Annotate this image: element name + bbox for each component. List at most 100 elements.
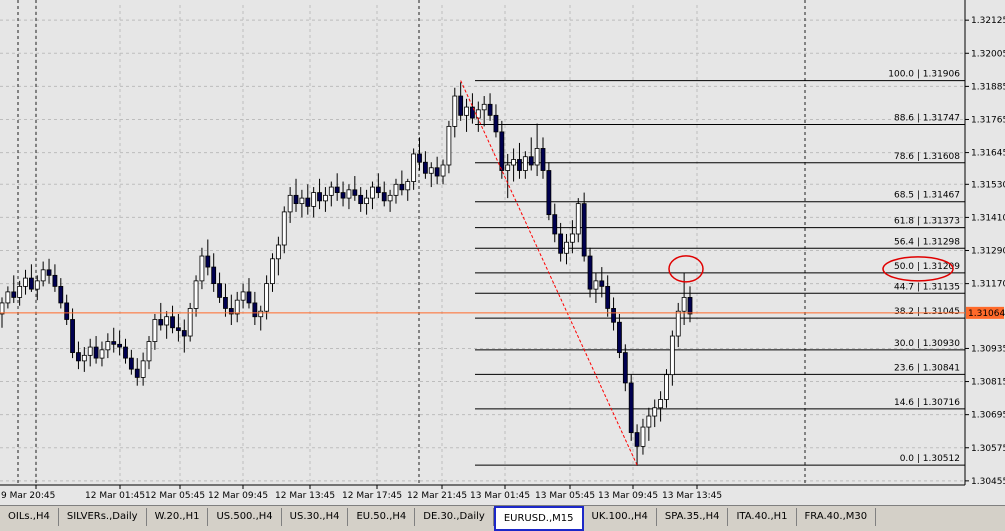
candle-body <box>581 203 587 257</box>
candle-body <box>234 299 240 315</box>
candle-body <box>193 280 199 309</box>
candle-body <box>569 233 575 243</box>
tab-spa-35-h4[interactable]: SPA.35.,H4 <box>657 508 729 526</box>
candle-body <box>669 335 675 376</box>
candle-body <box>146 341 152 362</box>
candle-body <box>540 148 546 171</box>
candle-body <box>217 283 222 298</box>
candle-body <box>52 274 58 287</box>
candle-body <box>105 341 111 351</box>
candle <box>628 374 634 441</box>
candle-body <box>522 156 528 171</box>
fib-level-label: 56.4 | 1.31298 <box>894 237 960 247</box>
candle-body <box>23 277 28 287</box>
candle-body <box>593 280 599 290</box>
candle-body <box>317 192 322 202</box>
price-axis-label: 1.31885 <box>971 82 1005 92</box>
time-axis-label: 9 Mar 20:45 <box>1 491 55 501</box>
fib-level-label: 78.6 | 1.31608 <box>894 152 960 162</box>
candle-body <box>17 285 23 298</box>
candle-body <box>199 255 205 282</box>
candle-body <box>311 192 317 207</box>
time-axis-label: 13 Mar 01:45 <box>470 491 530 501</box>
candle-body <box>29 277 34 290</box>
candle-body <box>81 354 87 362</box>
tab-us-30-h4[interactable]: US.30.,H4 <box>282 508 349 526</box>
candle-body <box>393 183 399 196</box>
candle-body <box>617 321 622 353</box>
candle-body <box>422 161 428 174</box>
tab-fra-40-m30[interactable]: FRA.40.,M30 <box>797 508 877 526</box>
candle-body <box>140 360 146 378</box>
candle-body <box>587 255 593 290</box>
candle-body <box>264 283 270 312</box>
tab-silvers-daily[interactable]: SILVERs.,Daily <box>59 508 147 526</box>
candle-body <box>375 186 381 193</box>
candle-body <box>223 297 228 309</box>
candle-body <box>87 346 93 356</box>
symbol-tab-bar: OILs.,H4 SILVERs.,Daily W.20.,H1 US.500.,H4… <box>0 505 1005 531</box>
candle-body <box>205 255 211 268</box>
candle-body <box>434 167 440 177</box>
candle-body <box>493 114 499 133</box>
candle-body <box>181 330 187 337</box>
time-axis-label: 13 Mar 13:45 <box>662 491 722 501</box>
tab-uk-100-h4[interactable]: UK.100.,H4 <box>584 508 657 526</box>
fib-level-label: 14.6 | 1.30716 <box>894 398 960 408</box>
tab-oils-h4[interactable]: OILs.,H4 <box>0 508 59 526</box>
candle-body <box>652 407 658 417</box>
candle-body <box>622 352 628 384</box>
price-axis-label: 1.32125 <box>971 16 1005 26</box>
fib-level-label: 44.7 | 1.31135 <box>894 282 960 292</box>
candle-body <box>0 302 5 315</box>
tab-w-20-h1[interactable]: W.20.,H1 <box>147 508 209 526</box>
fib-level-label: 100.0 | 1.31906 <box>888 70 960 80</box>
candle-body <box>275 244 281 260</box>
candle-body <box>611 308 616 323</box>
fib-level-label: 23.6 | 1.30841 <box>894 363 960 373</box>
candle-body <box>58 285 64 304</box>
price-axis-label: 1.30575 <box>971 444 1005 454</box>
candle-body <box>64 302 70 320</box>
price-axis-label: 1.31290 <box>971 247 1005 257</box>
candle-body <box>99 349 105 359</box>
candle-body <box>517 159 522 171</box>
plot-background <box>0 5 965 485</box>
tab-eu-50-h4[interactable]: EU.50.,H4 <box>348 508 416 526</box>
candle-body <box>252 302 258 318</box>
price-axis-label: 1.30815 <box>971 378 1005 388</box>
candle-body <box>646 415 652 428</box>
candle-body <box>70 319 75 353</box>
time-axis-label: 12 Mar 01:45 <box>85 491 145 501</box>
price-axis-label: 1.31645 <box>971 149 1005 159</box>
candle-body <box>270 258 275 285</box>
candle-body <box>552 214 558 235</box>
candle-body <box>358 194 364 205</box>
time-axis-label: 12 Mar 13:45 <box>275 491 335 501</box>
price-chart[interactable]: 1.32125 1.32005 1.31885 1.31765 1.31645 1.315… <box>0 0 1005 505</box>
candle-body <box>281 211 287 246</box>
candle-body <box>164 316 170 326</box>
tab-de-30-daily[interactable]: DE.30.,Daily <box>415 508 494 526</box>
candle-body <box>628 382 634 433</box>
candle-body <box>481 103 487 111</box>
time-axis-label: 13 Mar 09:45 <box>598 491 658 501</box>
price-axis-label: 1.30695 <box>971 411 1005 421</box>
chart-area[interactable]: 1.32125 1.32005 1.31885 1.31765 1.31645 1.315… <box>0 0 1005 505</box>
candle <box>546 162 552 221</box>
candle-body <box>387 194 393 202</box>
candle-body <box>381 192 387 202</box>
candle-body <box>293 194 299 205</box>
time-axis-label: 12 Mar 17:45 <box>342 491 402 501</box>
tab-eurusd-m15[interactable]: EURUSD.,M15 <box>493 506 584 531</box>
candle-body <box>117 343 123 348</box>
candle-body <box>305 197 311 207</box>
candle-body <box>528 156 534 166</box>
candle-body <box>76 352 81 362</box>
tab-ita-40-h1[interactable]: ITA.40.,H1 <box>728 508 797 526</box>
tab-us-500-h4[interactable]: US.500.,H4 <box>208 508 282 526</box>
candle-body <box>475 109 481 119</box>
price-axis-label: 1.31530 <box>971 180 1005 190</box>
candle-body <box>687 297 693 315</box>
candle-body <box>634 432 640 447</box>
